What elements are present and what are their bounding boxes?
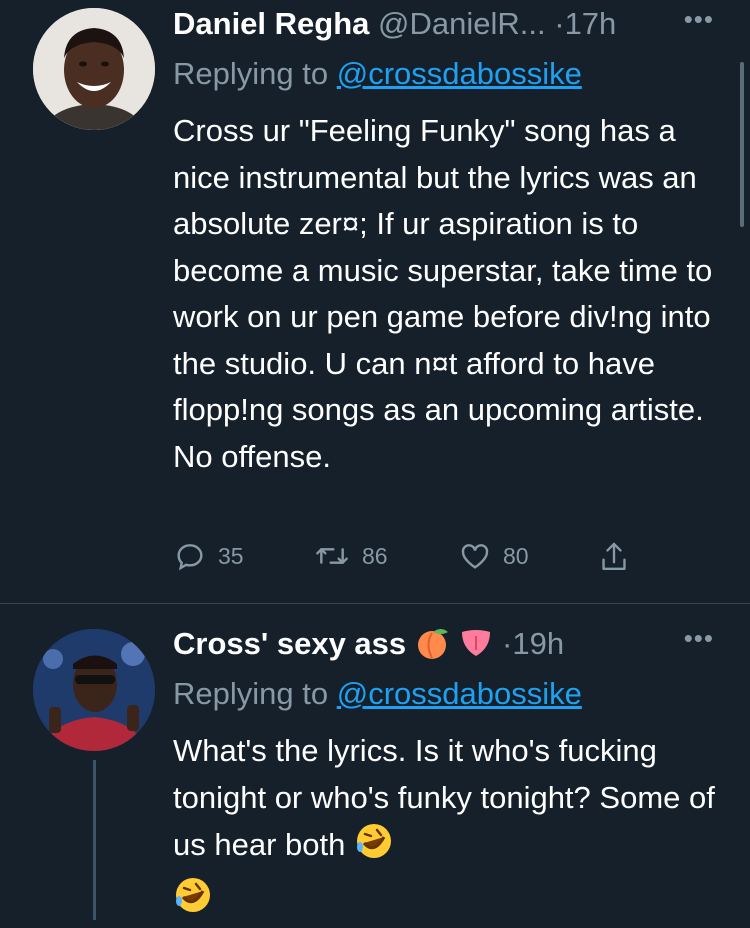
username[interactable]: @DanielR... [378, 6, 546, 41]
replying-to-line: Replying to @crossdabossike [173, 676, 582, 712]
rofl-emoji-icon [173, 875, 213, 928]
tweet-text: Cross ur "Feeling Funky" song has a nice… [173, 108, 733, 480]
reply-button[interactable]: 35 [174, 540, 244, 572]
more-options-icon[interactable]: ••• [684, 4, 714, 35]
tweet-cross[interactable]: Cross' sexy ass ·19h ••• Replying to @cr… [0, 605, 750, 915]
scrollbar[interactable] [740, 62, 744, 227]
replying-to-label: Replying to [173, 56, 328, 91]
separator-dot: · [502, 626, 512, 661]
tweet-daniel-regha[interactable]: Daniel Regha @DanielR... ·17h ••• Replyi… [0, 0, 750, 604]
avatar[interactable] [33, 8, 155, 130]
share-icon [598, 540, 630, 574]
tweet-text: What's the lyrics. Is it who's fucking t… [173, 733, 715, 862]
retweet-icon [314, 540, 350, 572]
tweet-text-container: What's the lyrics. Is it who's fucking t… [173, 728, 733, 928]
heart-icon [459, 540, 491, 572]
thread-line [93, 760, 96, 920]
replying-to-line: Replying to @crossdabossike [173, 56, 582, 92]
like-button[interactable]: 80 [459, 540, 529, 572]
tweet-divider [0, 603, 750, 604]
reply-icon [174, 540, 206, 572]
tweet-header: Cross' sexy ass ·19h [173, 626, 730, 668]
more-options-icon[interactable]: ••• [684, 623, 714, 654]
tweet-header: Daniel Regha @DanielR... ·17h [173, 6, 730, 42]
retweet-count: 86 [362, 543, 388, 570]
replying-to-label: Replying to [173, 676, 328, 711]
replying-to-link[interactable]: @crossdabossike [337, 56, 582, 91]
avatar[interactable] [33, 629, 155, 751]
timestamp[interactable]: 19h [512, 626, 564, 661]
display-name[interactable]: Cross' sexy ass [173, 626, 406, 661]
display-name[interactable]: Daniel Regha [173, 6, 369, 41]
replying-to-link[interactable]: @crossdabossike [337, 676, 582, 711]
retweet-button[interactable]: 86 [314, 540, 388, 572]
like-count: 80 [503, 543, 529, 570]
tongue-emoji-icon [459, 626, 493, 668]
rofl-emoji-icon [354, 821, 394, 875]
share-button[interactable] [598, 540, 630, 574]
reply-count: 35 [218, 543, 244, 570]
separator-dot: · [554, 6, 564, 41]
timestamp[interactable]: 17h [565, 6, 617, 41]
peach-emoji-icon [415, 626, 451, 668]
